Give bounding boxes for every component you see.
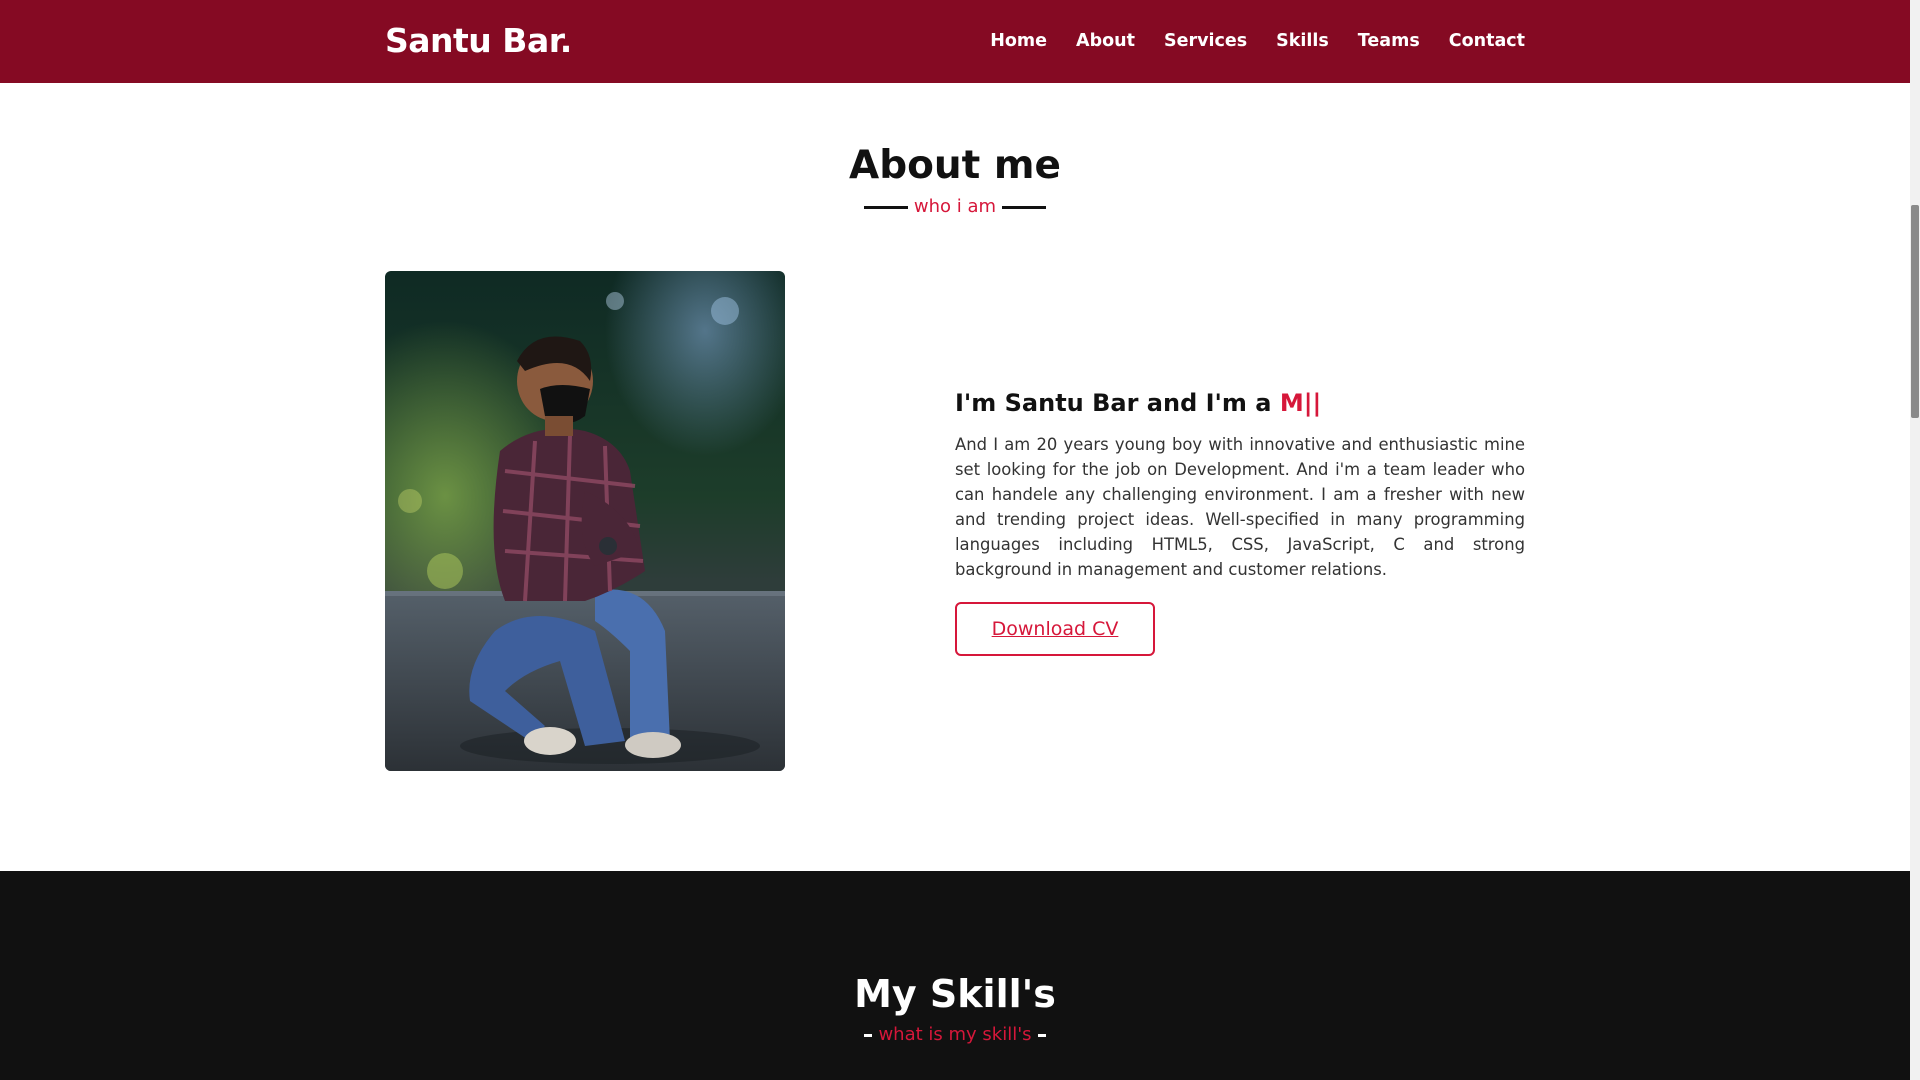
nav-item-home: Home <box>990 27 1047 56</box>
download-cv-button[interactable]: Download CV <box>955 602 1155 656</box>
nav-menu: Home About Services Skills Teams Contact <box>990 27 1525 56</box>
skills-title: My Skill's <box>854 972 1056 1016</box>
about-heading-prefix: I'm Santu Bar and I'm a <box>955 389 1272 417</box>
nav-link-skills[interactable]: Skills <box>1276 31 1329 51</box>
scrollbar-thumb[interactable] <box>1911 205 1919 418</box>
about-title: About me <box>849 143 1061 188</box>
nav-item-skills: Skills <box>1276 27 1329 56</box>
subtitle-line-left <box>863 205 908 209</box>
nav-link-teams[interactable]: Teams <box>1358 31 1420 51</box>
nav-link-services[interactable]: Services <box>1164 31 1247 51</box>
subtitle-dash-right <box>1037 1033 1046 1037</box>
nav-item-services: Services <box>1164 27 1247 56</box>
brand-name[interactable]: Santu Bar. <box>385 21 572 60</box>
nav-link-home[interactable]: Home <box>990 31 1047 51</box>
nav-item-about: About <box>1076 27 1135 56</box>
about-subtitle: who i am <box>913 196 997 217</box>
skills-section: My Skill's what is my skill's <box>0 871 1910 1080</box>
about-text-block: I'm Santu Bar and I'm a M|| And I am 20 … <box>955 385 1525 656</box>
about-heading: I'm Santu Bar and I'm a M|| <box>955 385 1525 421</box>
about-subtitle-row: who i am <box>0 194 1910 220</box>
about-paragraph: And I am 20 years young boy with innovat… <box>955 435 1525 579</box>
page-scrollbar[interactable] <box>1910 0 1920 1080</box>
subtitle-line-right <box>1002 205 1047 209</box>
nav-link-contact[interactable]: Contact <box>1449 31 1525 51</box>
nav-link-about[interactable]: About <box>1076 31 1135 51</box>
nav-item-contact: Contact <box>1449 27 1525 56</box>
skills-subtitle: what is my skill's <box>878 1024 1032 1045</box>
brand-logo[interactable]: Santu Bar. <box>385 19 572 63</box>
profile-photo-image <box>385 271 785 771</box>
page-viewport: Santu Bar. Home About Services Skills Te… <box>0 0 1910 1080</box>
navbar: Santu Bar. Home About Services Skills Te… <box>0 0 1910 83</box>
profile-photo <box>385 271 785 771</box>
skills-subtitle-row: what is my skill's <box>0 1022 1910 1048</box>
nav-item-teams: Teams <box>1358 27 1420 56</box>
subtitle-dash-left <box>864 1033 873 1037</box>
typed-profession-text: M|| <box>1279 389 1322 417</box>
